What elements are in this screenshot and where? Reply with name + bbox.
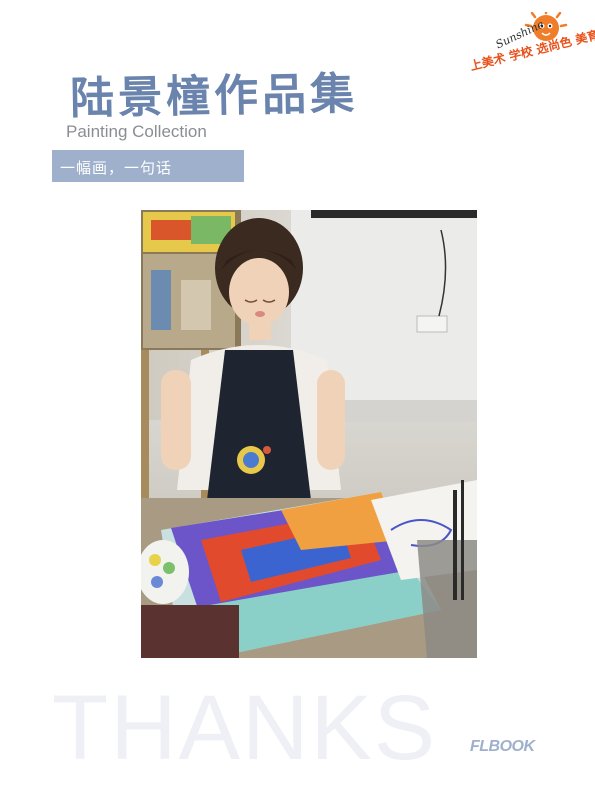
page-subtitle: Painting Collection bbox=[66, 122, 207, 141]
tagline-text: 一幅画，一句话 bbox=[60, 159, 173, 177]
page-title: 陆景橦作品集 bbox=[69, 68, 359, 125]
brand-logo: FLBOOK bbox=[470, 738, 535, 755]
thanks-watermark: THANKS bbox=[52, 677, 438, 779]
photo-of-child-painting bbox=[141, 210, 477, 658]
